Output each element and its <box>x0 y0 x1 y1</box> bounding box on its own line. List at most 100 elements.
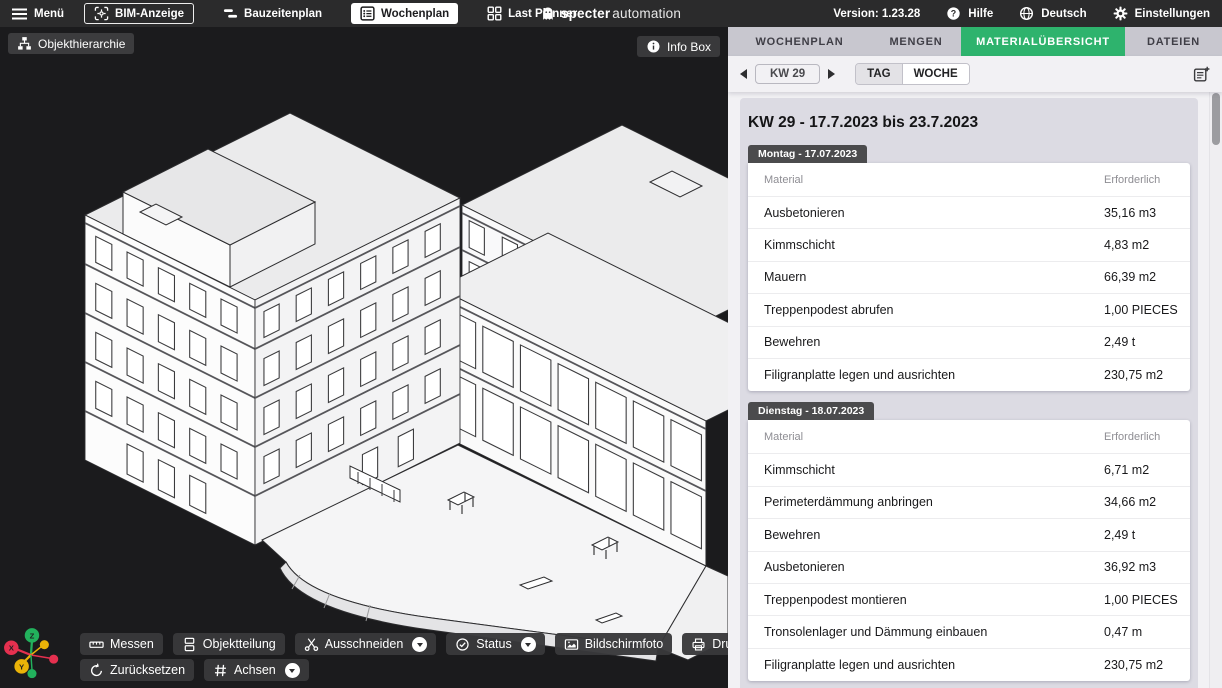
axis-y-neg-handle[interactable] <box>40 640 49 649</box>
printer-icon <box>691 637 706 652</box>
week-heading: KW 29 - 17.7.2023 bis 23.7.2023 <box>748 114 1190 132</box>
info-box-button[interactable]: Info Box <box>637 36 720 57</box>
viewer-toolbar-row2: Zurücksetzen Achsen <box>80 659 309 681</box>
tab-mengen[interactable]: MENGEN <box>871 27 961 56</box>
viewer-toolbar-row1: Messen Objektteilung Ausschneiden Status <box>80 633 728 655</box>
toggle-tag[interactable]: TAG <box>856 64 901 84</box>
material-cell: Ausbetonieren <box>764 206 1104 220</box>
week-navigation: KW 29 TAG WOCHE <box>728 56 1222 92</box>
required-cell: 2,49 t <box>1104 528 1176 542</box>
material-cell: Ausbetonieren <box>764 560 1104 574</box>
language-button[interactable]: Deutsch <box>1019 6 1086 21</box>
info-icon <box>646 39 661 54</box>
week-chip[interactable]: KW 29 <box>755 64 820 84</box>
material-cell: Bewehren <box>764 335 1104 349</box>
table-row: Ausbetonieren 35,16 m3 <box>748 197 1190 229</box>
menu-button[interactable]: Menü <box>12 8 64 20</box>
material-table: Material Erforderlich Kimmschicht 6,71 m… <box>748 420 1190 681</box>
object-hierarchy-button[interactable]: Objekthierarchie <box>8 33 134 54</box>
material-cell: Treppenpodest abrufen <box>764 303 1104 317</box>
add-note-button[interactable] <box>1193 66 1210 83</box>
scissors-icon <box>304 637 319 652</box>
nav-bauzeitenplan-button[interactable]: Bauzeitenplan <box>214 3 331 24</box>
table-row: Bewehren 2,49 t <box>748 327 1190 359</box>
material-overview-card: KW 29 - 17.7.2023 bis 23.7.2023 Montag -… <box>740 98 1198 688</box>
required-cell: 230,75 m2 <box>1104 368 1176 382</box>
nav-label: Wochenplan <box>381 8 449 20</box>
reset-icon <box>89 663 104 678</box>
right-panel: WOCHENPLAN MENGEN MATERIALÜBERSICHT DATE… <box>728 27 1222 688</box>
chevron-down-icon[interactable] <box>412 637 427 652</box>
table-row: Mauern 66,39 m2 <box>748 262 1190 294</box>
tab-wochenplan[interactable]: WOCHENPLAN <box>728 27 871 56</box>
ruler-icon <box>89 637 104 652</box>
required-cell: 230,75 m2 <box>1104 658 1176 672</box>
table-row: Kimmschicht 6,71 m2 <box>748 454 1190 486</box>
viewport-canvas[interactable] <box>0 27 728 688</box>
scrollbar-track[interactable] <box>1209 56 1222 688</box>
required-cell: 66,39 m2 <box>1104 270 1176 284</box>
axis-x-label: X <box>9 644 15 653</box>
axes-grid-icon <box>213 663 228 678</box>
weekplan-icon <box>360 6 375 21</box>
next-week-button[interactable] <box>828 69 835 79</box>
material-cell: Bewehren <box>764 528 1104 542</box>
info-box-label: Info Box <box>667 40 711 54</box>
required-cell: 2,49 t <box>1104 335 1176 349</box>
brand-bold: specter <box>561 6 610 21</box>
tool-label: Bildschirmfoto <box>585 637 664 651</box>
hamburger-icon <box>12 8 27 20</box>
required-cell: 35,16 m3 <box>1104 206 1176 220</box>
axis-x-neg-handle[interactable] <box>49 655 58 664</box>
material-cell: Treppenpodest montieren <box>764 593 1104 607</box>
prev-week-button[interactable] <box>740 69 747 79</box>
column-header-required: Erforderlich <box>1104 174 1176 186</box>
brand-logo: specter automation <box>541 6 681 22</box>
column-header-material: Material <box>764 431 1104 443</box>
day-section-monday: Montag - 17.07.2023 Material Erforderlic… <box>748 144 1190 391</box>
ghost-icon <box>541 6 555 22</box>
axis-z-neg-handle[interactable] <box>27 669 36 678</box>
object-split-button[interactable]: Objektteilung <box>173 633 285 655</box>
chevron-down-icon[interactable] <box>285 663 300 678</box>
print-preview-button[interactable]: Druckvorschau <box>682 633 728 655</box>
chevron-down-icon[interactable] <box>521 637 536 652</box>
status-button[interactable]: Status <box>446 633 544 655</box>
panel-tabs: WOCHENPLAN MENGEN MATERIALÜBERSICHT DATE… <box>728 27 1222 56</box>
nav-bim-anzeige-button[interactable]: BIM-Anzeige <box>84 3 194 24</box>
help-button[interactable]: ? Hilfe <box>946 6 993 21</box>
screenshot-button[interactable]: Bildschirmfoto <box>555 633 673 655</box>
scrollbar-thumb[interactable] <box>1212 93 1220 145</box>
brand-light: automation <box>612 6 681 21</box>
version-label: Version: 1.23.28 <box>833 8 920 20</box>
tool-label: Objektteilung <box>203 637 276 651</box>
table-row: Treppenpodest abrufen 1,00 PIECES <box>748 294 1190 326</box>
nav-wochenplan-button[interactable]: Wochenplan <box>351 3 458 24</box>
required-cell: 36,92 m3 <box>1104 560 1176 574</box>
tool-label: Druckvorschau <box>712 637 728 651</box>
settings-button[interactable]: Einstellungen <box>1113 6 1210 21</box>
column-header-required: Erforderlich <box>1104 431 1176 443</box>
table-row: Tronsolenlager und Dämmung einbauen 0,47… <box>748 616 1190 648</box>
column-header-material: Material <box>764 174 1104 186</box>
help-icon: ? <box>946 6 961 21</box>
tab-materialuebersicht[interactable]: MATERIALÜBERSICHT <box>961 27 1125 56</box>
tool-label: Achsen <box>234 663 276 677</box>
required-cell: 34,66 m2 <box>1104 495 1176 509</box>
axes-button[interactable]: Achsen <box>204 659 309 681</box>
tool-label: Zurücksetzen <box>110 663 185 677</box>
table-header: Material Erforderlich <box>748 163 1190 197</box>
orientation-gizmo[interactable]: Z X Y <box>2 624 64 686</box>
toggle-woche[interactable]: WOCHE <box>902 64 969 84</box>
tab-dateien[interactable]: DATEIEN <box>1125 27 1222 56</box>
day-badge: Montag - 17.07.2023 <box>748 145 867 163</box>
axis-z-label: Z <box>30 631 35 640</box>
measure-button[interactable]: Messen <box>80 633 163 655</box>
table-row: Filigranplatte legen und ausrichten 230,… <box>748 359 1190 391</box>
note-add-icon <box>1193 66 1210 83</box>
reset-view-button[interactable]: Zurücksetzen <box>80 659 194 681</box>
table-header: Material Erforderlich <box>748 420 1190 454</box>
cut-button[interactable]: Ausschneiden <box>295 633 437 655</box>
day-badge: Dienstag - 18.07.2023 <box>748 402 874 420</box>
screenshot-icon <box>564 637 579 652</box>
